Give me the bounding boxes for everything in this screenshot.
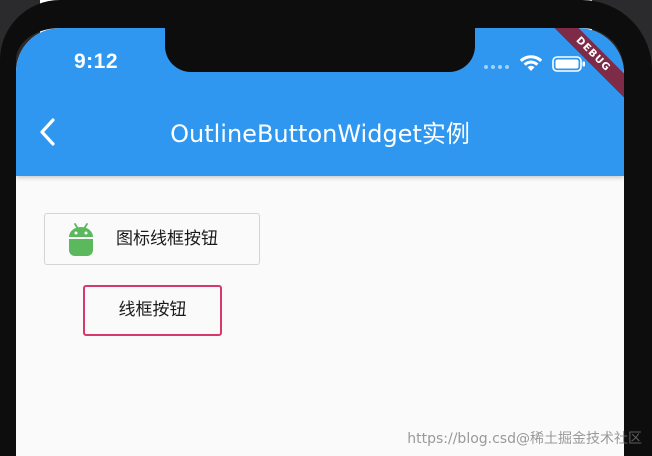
page: 9:12 OutlineButtonWidget实例 DEBUG 图标线框按钮 … xyxy=(0,0,652,456)
battery-icon xyxy=(552,56,586,76)
phone-notch xyxy=(165,28,475,72)
outline-button[interactable]: 线框按钮 xyxy=(83,285,222,336)
watermark: https://blog.csd@稀土掘金技术社区 xyxy=(407,431,642,447)
icon-outline-button[interactable]: 图标线框按钮 xyxy=(44,213,260,265)
wifi-icon xyxy=(519,54,543,76)
status-time: 9:12 xyxy=(74,50,119,73)
page-title: OutlineButtonWidget实例 xyxy=(170,120,470,148)
app-bar: 9:12 OutlineButtonWidget实例 xyxy=(16,28,624,176)
android-icon xyxy=(67,222,95,262)
signal-dots-icon xyxy=(484,65,509,69)
phone-screen: 9:12 OutlineButtonWidget实例 DEBUG 图标线框按钮 … xyxy=(16,28,624,456)
icon-outline-button-label: 图标线框按钮 xyxy=(116,229,218,249)
